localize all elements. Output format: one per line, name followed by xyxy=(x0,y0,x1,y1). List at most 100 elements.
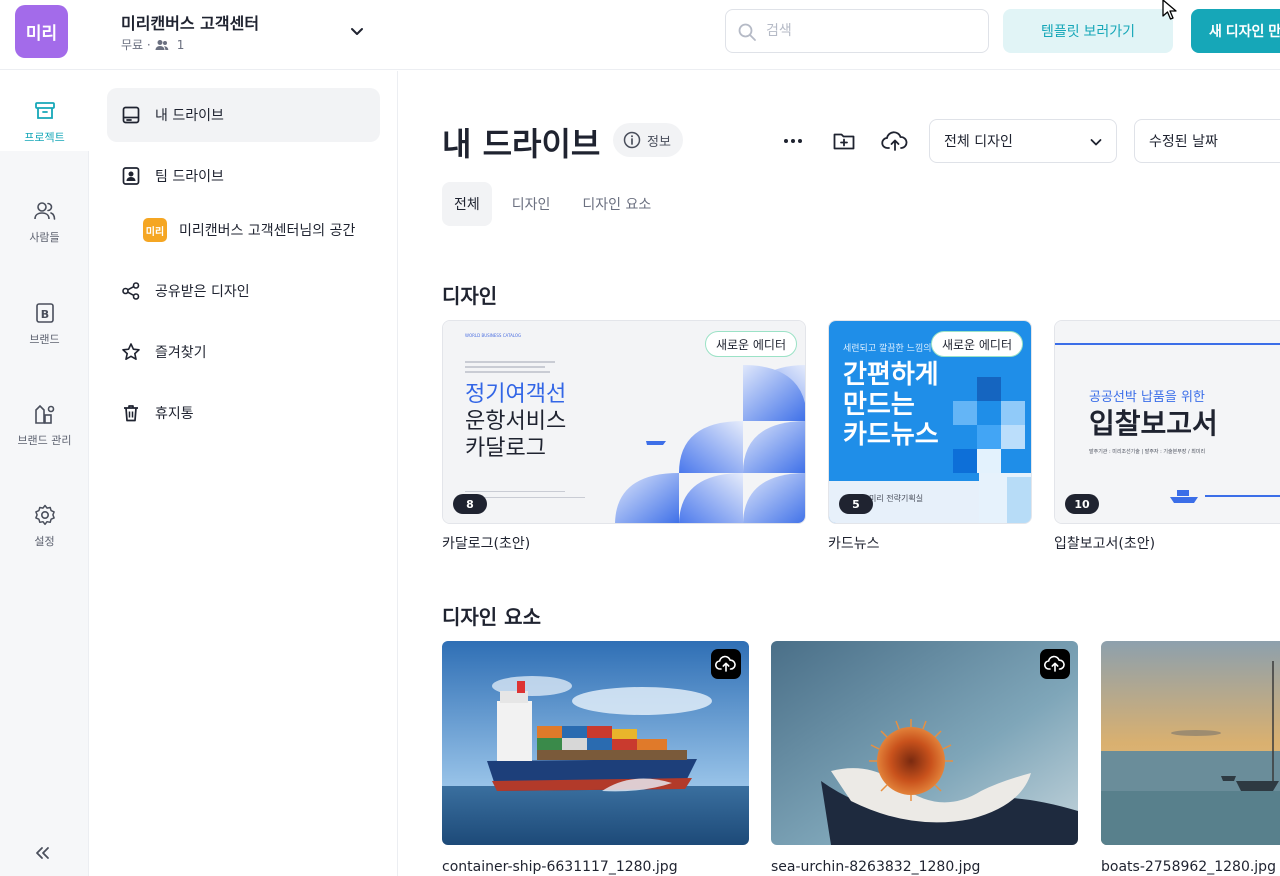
rail-label: 브랜드 관리 xyxy=(17,434,72,447)
folder-plus-icon xyxy=(833,133,855,150)
brand-icon: B xyxy=(35,303,54,323)
sidebar-item-team-space[interactable]: 미리 미리캔버스 고객센터님의 공간 xyxy=(143,203,380,257)
sidebar-item-team-drive[interactable]: 팀 드라이브 xyxy=(107,149,380,203)
bid-line1: 입찰보고서 xyxy=(1089,407,1218,440)
element-file-name[interactable]: boats-2758962_1280.jpg xyxy=(1101,859,1276,875)
catalog-small-header: WORLD BUSINESS CATALOG xyxy=(465,333,521,338)
elements-section-title: 디자인 요소 xyxy=(442,605,541,629)
sidebar-item-label: 공유받은 디자인 xyxy=(155,284,250,300)
info-button[interactable]: 정보 xyxy=(613,123,683,157)
design-name[interactable]: 카달로그(초안) xyxy=(442,533,530,553)
team-logo[interactable]: 미리 xyxy=(15,5,68,58)
new-design-button[interactable]: 새 디자인 만들기 xyxy=(1191,9,1280,53)
chevron-down-icon xyxy=(1090,139,1102,146)
members-icon xyxy=(155,39,169,50)
trash-icon xyxy=(124,405,138,422)
new-folder-button[interactable] xyxy=(830,127,858,155)
tab-all[interactable]: 전체 xyxy=(442,182,492,226)
member-count: 1 xyxy=(176,37,185,52)
sidebar-item-trash[interactable]: 휴지통 xyxy=(107,386,380,440)
tab-design-elements[interactable]: 디자인 요소 xyxy=(570,182,663,226)
sidebar-item-label: 미리캔버스 고객센터님의 공간 xyxy=(179,223,356,239)
design-card-catalog[interactable]: WORLD BUSINESS CATALOG 정기여객선 운항서비스 카달로그 … xyxy=(442,320,806,524)
more-icon xyxy=(784,139,802,143)
tab-designs[interactable]: 디자인 xyxy=(500,182,563,226)
collapse-sidebar-icon[interactable] xyxy=(30,841,54,865)
sidebar-item-label: 내 드라이브 xyxy=(155,108,224,124)
rail-item-brand-manage[interactable]: 브랜드 관리 xyxy=(0,374,89,454)
search-box[interactable] xyxy=(725,9,989,53)
svg-text:B: B xyxy=(40,308,48,321)
people-icon xyxy=(33,202,55,220)
chevron-down-icon[interactable] xyxy=(348,22,366,40)
team-drive-icon xyxy=(122,167,140,185)
rail-label: 프로젝트 xyxy=(24,131,65,144)
upload-button[interactable] xyxy=(881,127,909,155)
catalog-line1: 정기여객선 xyxy=(465,382,566,407)
design-name[interactable]: 카드뉴스 xyxy=(828,533,880,553)
sidebar-item-favorites[interactable]: 즐겨찾기 xyxy=(107,325,380,379)
cloud-upload-badge[interactable] xyxy=(711,649,741,679)
element-file-name[interactable]: container-ship-6631117_1280.jpg xyxy=(442,859,678,875)
page-title: 내 드라이브 xyxy=(442,125,601,163)
catalog-line2: 운항서비스 xyxy=(465,409,566,434)
container-ship-image xyxy=(442,641,749,845)
new-editor-badge: 새로운 에디터 xyxy=(704,331,797,357)
share-icon xyxy=(122,282,140,300)
catalog-line3: 카달로그 xyxy=(465,436,546,461)
element-card-sea-urchin[interactable] xyxy=(771,641,1078,845)
info-label: 정보 xyxy=(647,134,671,150)
icon-rail: 프로젝트 사람들 B 브랜드 브랜드 관리 설정 xyxy=(0,71,89,876)
sidebar-item-shared[interactable]: 공유받은 디자인 xyxy=(107,264,380,318)
drive-sidebar: 내 드라이브 팀 드라이브 미리 미리캔버스 고객센터님의 공간 공유받은 디자… xyxy=(90,71,398,876)
rail-label: 설정 xyxy=(34,535,55,548)
team-plan-info: 무료 · 1 xyxy=(121,36,184,53)
bid-footer: 발주기관 : 미리조선기술 | 발주자 : 기술본부장 / 최미리 xyxy=(1089,448,1205,455)
element-file-name[interactable]: sea-urchin-8263832_1280.jpg xyxy=(771,859,980,875)
bid-small-header: 공공선박 납품을 위한 xyxy=(1089,390,1205,405)
cardnews-footer: 미리 전략기획실 xyxy=(869,493,923,503)
designs-section-title: 디자인 xyxy=(442,284,498,308)
rail-item-projects[interactable]: 프로젝트 xyxy=(0,71,89,151)
element-card-container-ship[interactable] xyxy=(442,641,749,845)
team-name[interactable]: 미리캔버스 고객센터 xyxy=(121,10,259,34)
top-header: 미리 미리캔버스 고객센터 무료 · 1 템플릿 보러가기 새 디자인 만들기 xyxy=(0,0,1280,70)
plan-label: 무료 · xyxy=(121,38,151,52)
mouse-cursor-icon xyxy=(1162,0,1177,20)
main-content: 내 드라이브 정보 전체 디자인 수정된 날짜 전체 디자인 디자인 요소 디자… xyxy=(399,71,1280,876)
rail-item-people[interactable]: 사람들 xyxy=(0,171,89,251)
page-count-badge: 5 xyxy=(839,494,873,514)
search-input[interactable] xyxy=(766,20,976,42)
sidebar-item-label: 휴지통 xyxy=(155,406,194,422)
browse-templates-button[interactable]: 템플릿 보러가기 xyxy=(1003,9,1173,53)
sort-value: 수정된 날짜 xyxy=(1149,134,1218,150)
sort-select[interactable]: 수정된 날짜 xyxy=(1134,119,1280,163)
cloud-upload-icon xyxy=(715,655,736,672)
sea-urchin-image xyxy=(771,641,1078,845)
sidebar-item-label: 즐겨찾기 xyxy=(155,345,207,361)
design-card-bid-report[interactable]: 공공선박 납품을 위한 입찰보고서 발주기관 : 미리조선기술 | 발주자 : … xyxy=(1054,320,1280,524)
boats-image xyxy=(1101,641,1280,845)
star-icon xyxy=(122,343,140,360)
rail-label: 사람들 xyxy=(29,231,60,244)
design-type-filter[interactable]: 전체 디자인 xyxy=(929,119,1117,163)
cloud-upload-icon xyxy=(1044,655,1065,672)
rail-label: 브랜드 xyxy=(29,333,60,346)
rail-item-settings[interactable]: 설정 xyxy=(0,475,89,555)
design-card-cardnews[interactable]: 세련되고 깔끔한 느낌의 간편하게 만드는 카드뉴스 미리 전략기획실 새로운 … xyxy=(828,320,1032,524)
cardnews-line3: 카드뉴스 xyxy=(843,420,939,450)
more-options-button[interactable] xyxy=(779,127,807,155)
cloud-upload-badge[interactable] xyxy=(1040,649,1070,679)
rail-item-brand[interactable]: B 브랜드 xyxy=(0,273,89,353)
content-tabs: 전체 디자인 디자인 요소 xyxy=(442,182,663,226)
gear-icon xyxy=(34,504,55,526)
brand-manage-icon xyxy=(34,404,54,424)
archive-icon xyxy=(34,102,55,119)
element-card-boats[interactable] xyxy=(1101,641,1280,845)
design-name[interactable]: 입찰보고서(초안) xyxy=(1054,533,1155,553)
team-space-badge: 미리 xyxy=(143,218,167,242)
page-count-badge: 10 xyxy=(1065,494,1099,514)
cardnews-small-header: 세련되고 깔끔한 느낌의 xyxy=(843,342,932,354)
sidebar-item-my-drive[interactable]: 내 드라이브 xyxy=(107,88,380,142)
cloud-upload-icon xyxy=(881,131,908,151)
